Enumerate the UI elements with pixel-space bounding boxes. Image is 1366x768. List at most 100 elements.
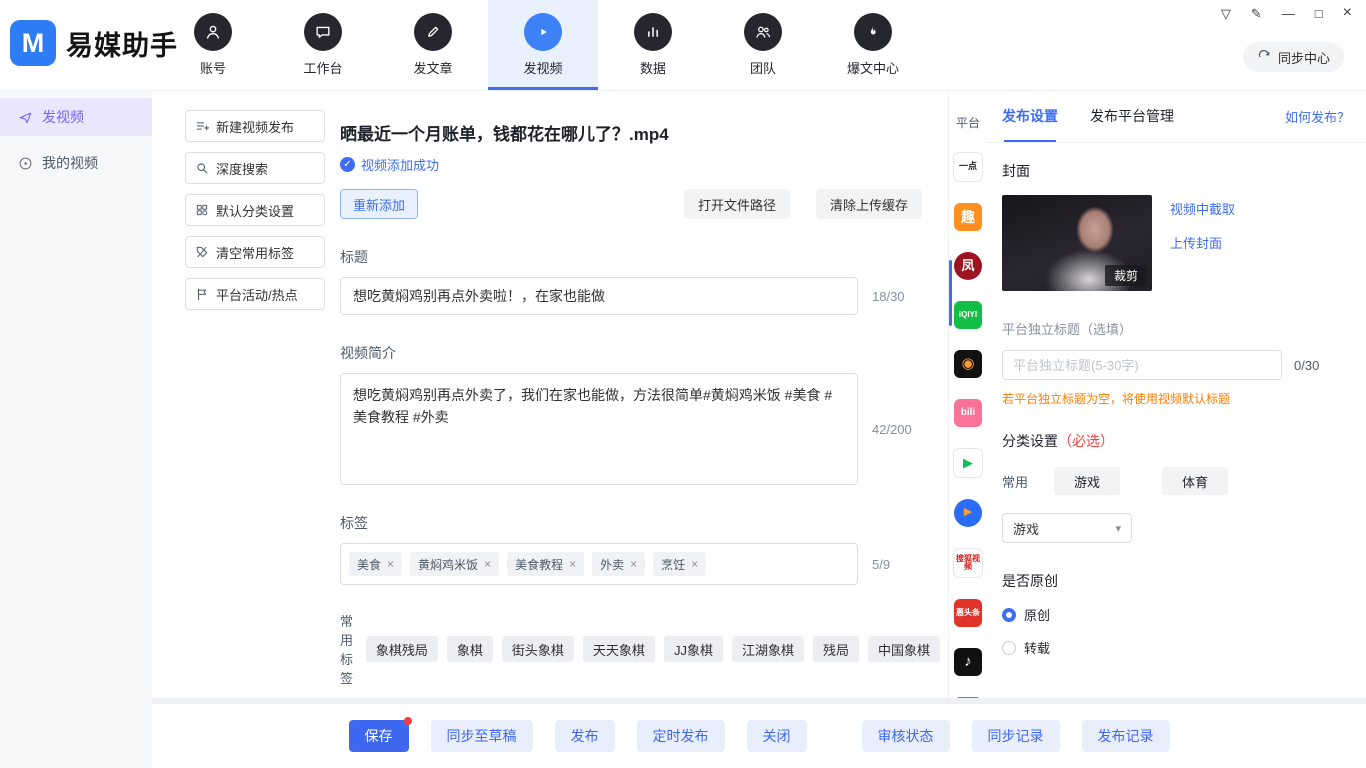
common-tag[interactable]: 中国象棋	[868, 636, 940, 662]
platform-icon-yidian[interactable]: 一点	[953, 152, 983, 182]
save-label: 保存	[365, 726, 393, 746]
sidebar-item-publish-video[interactable]: 发视频	[0, 98, 152, 136]
filter-icon[interactable]: ▽	[1221, 7, 1231, 20]
independent-title-input[interactable]	[1002, 350, 1282, 380]
platform-rail: 平台 一点 趣 凤 iQIYI ◉ bili ▶ ▶ 搜狐视频 惠头条 ♪ Oo	[948, 90, 988, 698]
edit-icon[interactable]: ✎	[1251, 7, 1262, 20]
clear-upload-cache-button[interactable]: 清除上传缓存	[816, 189, 922, 219]
category-button-sport[interactable]: 体育	[1162, 467, 1228, 495]
platform-icon-qutoutiao[interactable]: 趣	[954, 203, 982, 231]
nav-item-team[interactable]: 团队	[708, 0, 818, 90]
close-icon[interactable]: ×	[1343, 5, 1352, 21]
capture-from-video-link[interactable]: 视频中截取	[1170, 199, 1235, 218]
tags-counter: 5/9	[872, 557, 890, 572]
sidebar-item-my-videos[interactable]: 我的视频	[0, 144, 152, 182]
menu-label: 深度搜索	[216, 159, 268, 178]
tags-input[interactable]: 美食 × 黄焖鸡米饭 × 美食教程 × 外卖 ×	[340, 543, 858, 585]
platform-icon-douyin[interactable]: ♪	[954, 648, 982, 676]
footer-action-bar: 保存 同步至草稿 发布 定时发布 关闭 审核状态 同步记录 发布记录	[152, 704, 1366, 768]
grid-icon	[195, 203, 209, 217]
sidebar-item-label: 发视频	[42, 107, 84, 127]
category-button-game[interactable]: 游戏	[1054, 467, 1120, 495]
platform-scroll-indicator[interactable]	[949, 260, 952, 326]
platform-icon-souhu[interactable]: 搜狐视频	[953, 548, 983, 578]
video-form: 晒最近一个月账单，钱都花在哪儿了？.mp4 ✓ 视频添加成功 重新添加 打开文件…	[340, 120, 940, 758]
open-file-path-button[interactable]: 打开文件路径	[684, 189, 790, 219]
clear-common-tags-button[interactable]: 清空常用标签	[185, 236, 325, 268]
default-category-button[interactable]: 默认分类设置	[185, 194, 325, 226]
radio-repost[interactable]: 转载	[1002, 638, 1350, 657]
video-filename: 晒最近一个月账单，钱都花在哪儿了？.mp4	[340, 120, 940, 145]
minimize-icon[interactable]: —	[1282, 7, 1295, 20]
sync-to-draft-button[interactable]: 同步至草稿	[431, 720, 533, 752]
common-tag[interactable]: 残局	[813, 636, 859, 662]
platform-icon-bilibili[interactable]: bili	[954, 399, 982, 427]
tag-text: 烹饪	[661, 556, 685, 573]
remove-tag-icon[interactable]: ×	[630, 557, 637, 571]
nav-item-video[interactable]: 发视频	[488, 0, 598, 90]
platform-activity-button[interactable]: 平台活动/热点	[185, 278, 325, 310]
nav-item-article[interactable]: 发文章	[378, 0, 488, 90]
platform-icon-dayu[interactable]: ◉	[954, 350, 982, 378]
scheduled-publish-button[interactable]: 定时发布	[637, 720, 725, 752]
nav-item-hot-center[interactable]: 爆文中心	[818, 0, 928, 90]
platform-icon-haokan[interactable]: ▶	[954, 499, 982, 527]
save-button[interactable]: 保存	[349, 720, 409, 752]
tag-chip: 外卖 ×	[592, 552, 645, 576]
check-icon: ✓	[340, 157, 355, 172]
new-video-publish-button[interactable]: 新建视频发布	[185, 110, 325, 142]
tag-chip: 黄焖鸡米饭 ×	[410, 552, 499, 576]
remove-tag-icon[interactable]: ×	[387, 557, 394, 571]
remove-tag-icon[interactable]: ×	[691, 557, 698, 571]
play-video-icon	[524, 13, 562, 51]
video-description-input[interactable]: 想吃黄焖鸡别再点外卖了，我们在家也能做，方法很简单#黄焖鸡米饭 #美食 #美食教…	[340, 373, 858, 485]
video-title-input[interactable]	[340, 277, 858, 315]
tag-clear-icon	[195, 245, 209, 259]
logo-icon: M	[10, 20, 56, 66]
common-tag[interactable]: 天天象棋	[583, 636, 655, 662]
review-status-button[interactable]: 审核状态	[862, 720, 950, 752]
upload-status: ✓ 视频添加成功	[340, 155, 940, 174]
nav-item-account[interactable]: 账号	[158, 0, 268, 90]
tab-platform-management[interactable]: 发布平台管理	[1090, 90, 1174, 142]
sync-center-button[interactable]: 同步中心	[1243, 42, 1344, 72]
close-button[interactable]: 关闭	[747, 720, 807, 752]
left-sidebar: 发视频 我的视频	[0, 90, 152, 768]
platform-icon-green-play[interactable]: ▶	[953, 448, 983, 478]
cover-row: 裁剪 视频中截取 上传封面	[1002, 195, 1350, 291]
category-settings-label: 分类设置（必选）	[1002, 431, 1350, 451]
remove-tag-icon[interactable]: ×	[484, 557, 491, 571]
radio-repost-label: 转载	[1024, 638, 1050, 657]
settings-tabs: 发布设置 发布平台管理 如何发布？	[986, 90, 1366, 143]
common-tag[interactable]: JJ象棋	[664, 636, 723, 662]
remove-tag-icon[interactable]: ×	[569, 557, 576, 571]
common-tag[interactable]: 江湖象棋	[732, 636, 804, 662]
publish-button[interactable]: 发布	[555, 720, 615, 752]
maximize-icon[interactable]: □	[1315, 7, 1323, 20]
common-tag[interactable]: 街头象棋	[502, 636, 574, 662]
how-to-publish-link[interactable]: 如何发布？	[1285, 107, 1350, 126]
status-text: 视频添加成功	[361, 155, 439, 174]
chart-bars-icon	[634, 13, 672, 51]
send-icon	[18, 110, 33, 125]
category-select[interactable]: 游戏 ▾	[1002, 513, 1132, 543]
radio-original[interactable]: 原创	[1002, 605, 1350, 624]
platform-icon-iqiyi[interactable]: iQIYI	[954, 301, 982, 329]
menu-label: 平台活动/热点	[216, 285, 298, 304]
upload-cover-link[interactable]: 上传封面	[1170, 233, 1235, 252]
sync-records-button[interactable]: 同步记录	[972, 720, 1060, 752]
tab-publish-settings[interactable]: 发布设置	[1002, 90, 1058, 142]
cover-thumbnail[interactable]: 裁剪	[1002, 195, 1152, 291]
common-tag[interactable]: 象棋	[447, 636, 493, 662]
platform-icon-huitoutiao[interactable]: 惠头条	[954, 599, 982, 627]
nav-item-data[interactable]: 数据	[598, 0, 708, 90]
search-icon	[195, 161, 209, 175]
re-add-button[interactable]: 重新添加	[340, 189, 418, 219]
platform-icon-fenghuang[interactable]: 凤	[954, 252, 982, 280]
platform-icon-partial[interactable]: Oo	[954, 697, 982, 698]
publish-records-button[interactable]: 发布记录	[1082, 720, 1170, 752]
nav-item-workspace[interactable]: 工作台	[268, 0, 378, 90]
crop-button[interactable]: 裁剪	[1105, 265, 1147, 286]
common-tag[interactable]: 象棋残局	[366, 636, 438, 662]
deep-search-button[interactable]: 深度搜索	[185, 152, 325, 184]
